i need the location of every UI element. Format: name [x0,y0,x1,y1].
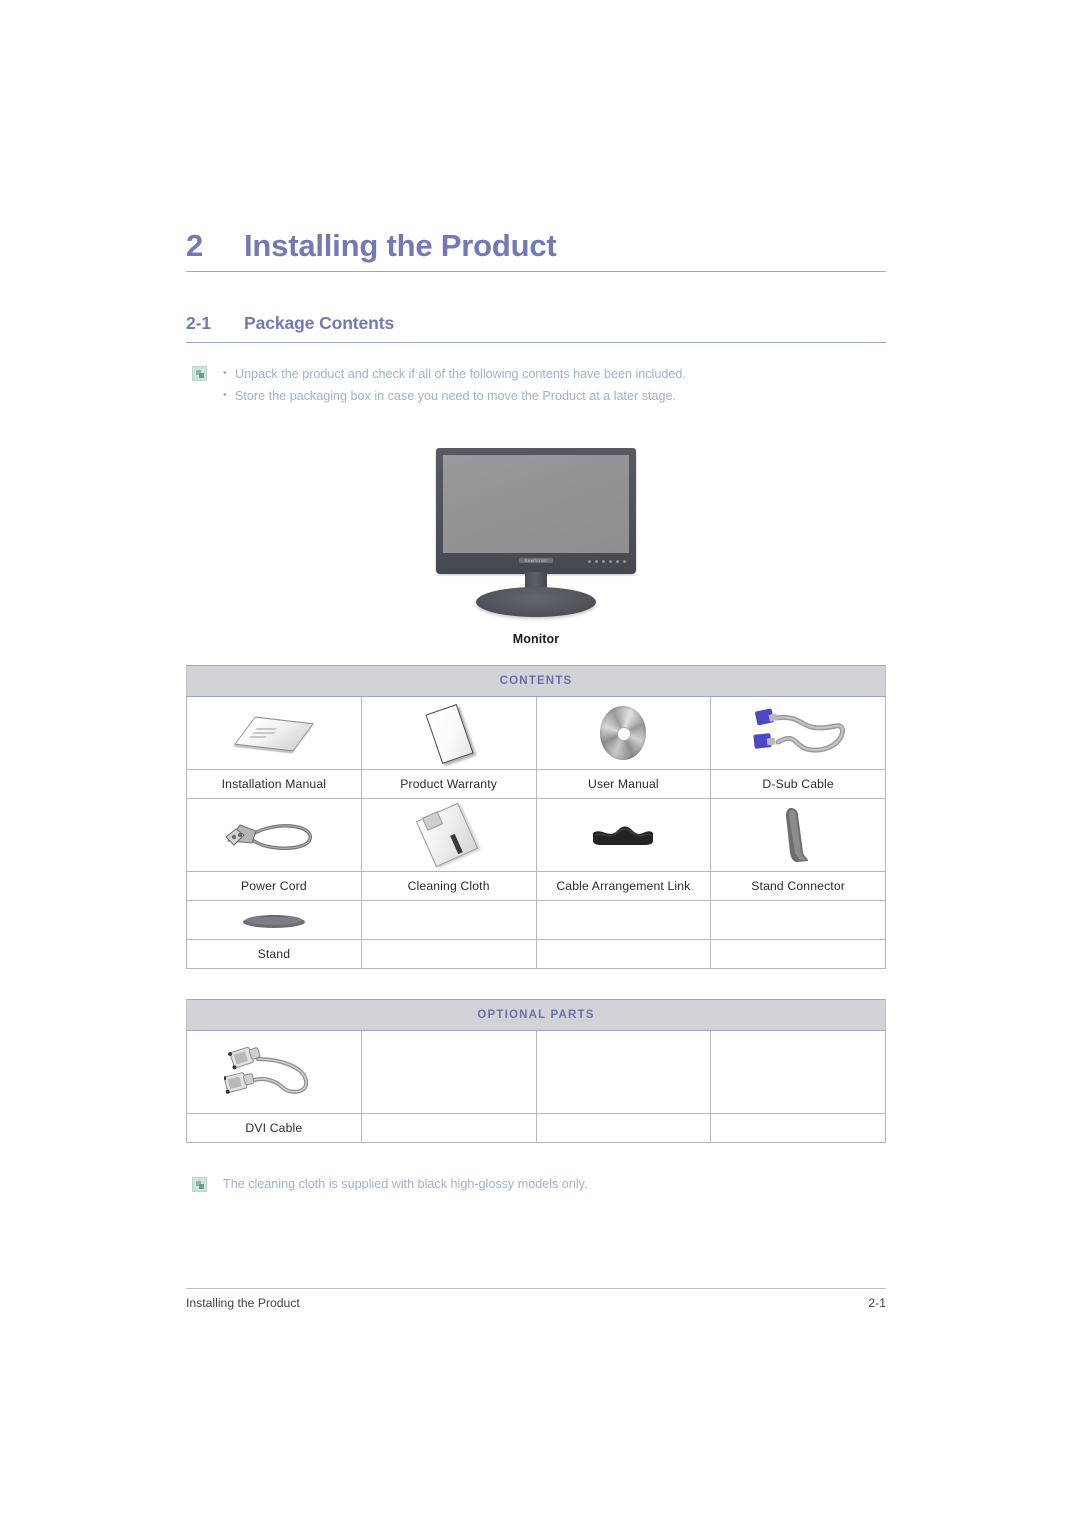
monitor-control-buttons [588,560,626,563]
brand-logo: SAMSUNG [519,558,553,563]
cell-empty [710,1030,886,1114]
cell-installation-manual [186,696,362,770]
cell-cleaning-cloth [360,798,537,872]
stand-connector-icon [781,806,815,864]
document-page: 2 Installing the Product 2-1 Package Con… [0,0,1080,1527]
chapter-divider [186,270,886,272]
stand-icon [241,911,307,929]
table-row: DVI Cable [186,1113,886,1143]
cell-d-sub-cable [710,696,886,770]
list-item: Unpack the product and check if all of t… [192,363,892,385]
note-icon [192,1177,207,1192]
optional-parts-table: OPTIONAL PARTS DVI Cable [186,999,886,1143]
cell-power-cord [186,798,362,872]
label-dvi-cable: DVI Cable [186,1113,362,1143]
label-cable-arrangement-link: Cable Arrangement Link [535,871,712,901]
intro-note-list: Unpack the product and check if all of t… [192,363,892,407]
cell-empty [710,900,886,940]
installation-manual-icon [234,712,314,754]
label-empty [535,1113,712,1143]
monitor-figure: SAMSUNG Monitor [186,448,886,646]
table-row [186,798,886,872]
label-empty [535,939,712,969]
cell-stand [186,900,362,940]
cell-stand-connector [710,798,886,872]
contents-table: CONTENTS Installation Manual Product War… [186,665,886,969]
list-item: Store the packaging box in case you need… [192,385,892,407]
label-empty [710,939,886,969]
power-cord-icon [222,813,326,857]
section-divider [186,342,886,343]
label-stand: Stand [186,939,362,969]
chapter-number: 2 [186,228,204,263]
contents-table-header: CONTENTS [186,665,886,697]
table-row: Power Cord Cleaning Cloth Cable Arrangem… [186,871,886,901]
monitor-illustration: SAMSUNG [436,448,636,620]
table-row [186,1030,886,1114]
label-empty [710,1113,886,1143]
cell-empty [535,900,712,940]
footer-divider [186,1288,886,1289]
cell-user-manual [535,696,712,770]
monitor-base [476,587,596,617]
product-warranty-icon [423,704,475,764]
cell-cable-arrangement-link [535,798,712,872]
cell-product-warranty [360,696,537,770]
dvi-cable-icon [222,1041,324,1103]
label-user-manual: User Manual [535,769,712,799]
label-stand-connector: Stand Connector [710,871,886,901]
section-number: 2-1 [186,313,211,333]
page-footer: Installing the Product 2-1 [186,1288,886,1310]
cell-empty [360,900,537,940]
footer-left-text: Installing the Product [186,1296,300,1310]
label-empty [360,939,537,969]
chapter-heading: 2 Installing the Product [186,228,886,272]
user-manual-cd-icon [600,706,647,760]
cell-empty [360,1030,537,1114]
cleaning-cloth-icon [415,802,482,868]
section-heading: 2-1 Package Contents [186,313,886,343]
table-row [186,900,886,940]
table-row: Stand [186,939,886,969]
label-installation-manual: Installation Manual [186,769,362,799]
label-cleaning-cloth: Cleaning Cloth [360,871,537,901]
label-product-warranty: Product Warranty [360,769,537,799]
label-power-cord: Power Cord [186,871,362,901]
label-empty [360,1113,537,1143]
cable-arrangement-link-icon [591,823,655,847]
cell-empty [535,1030,712,1114]
monitor-screen [443,455,629,553]
label-d-sub-cable: D-Sub Cable [710,769,886,799]
cell-dvi-cable [186,1030,362,1114]
footer-page-number: 2-1 [868,1296,886,1310]
bottom-note: The cleaning cloth is supplied with blac… [192,1175,892,1194]
d-sub-cable-icon [748,704,848,762]
intro-note-block: Unpack the product and check if all of t… [192,363,892,408]
table-row: Installation Manual Product Warranty Use… [186,769,886,799]
table-row [186,696,886,770]
section-title: Package Contents [244,313,395,333]
monitor-caption: Monitor [512,632,560,646]
chapter-title: Installing the Product [244,228,557,263]
optional-parts-table-header: OPTIONAL PARTS [186,999,886,1031]
bottom-note-text: The cleaning cloth is supplied with blac… [223,1177,588,1191]
